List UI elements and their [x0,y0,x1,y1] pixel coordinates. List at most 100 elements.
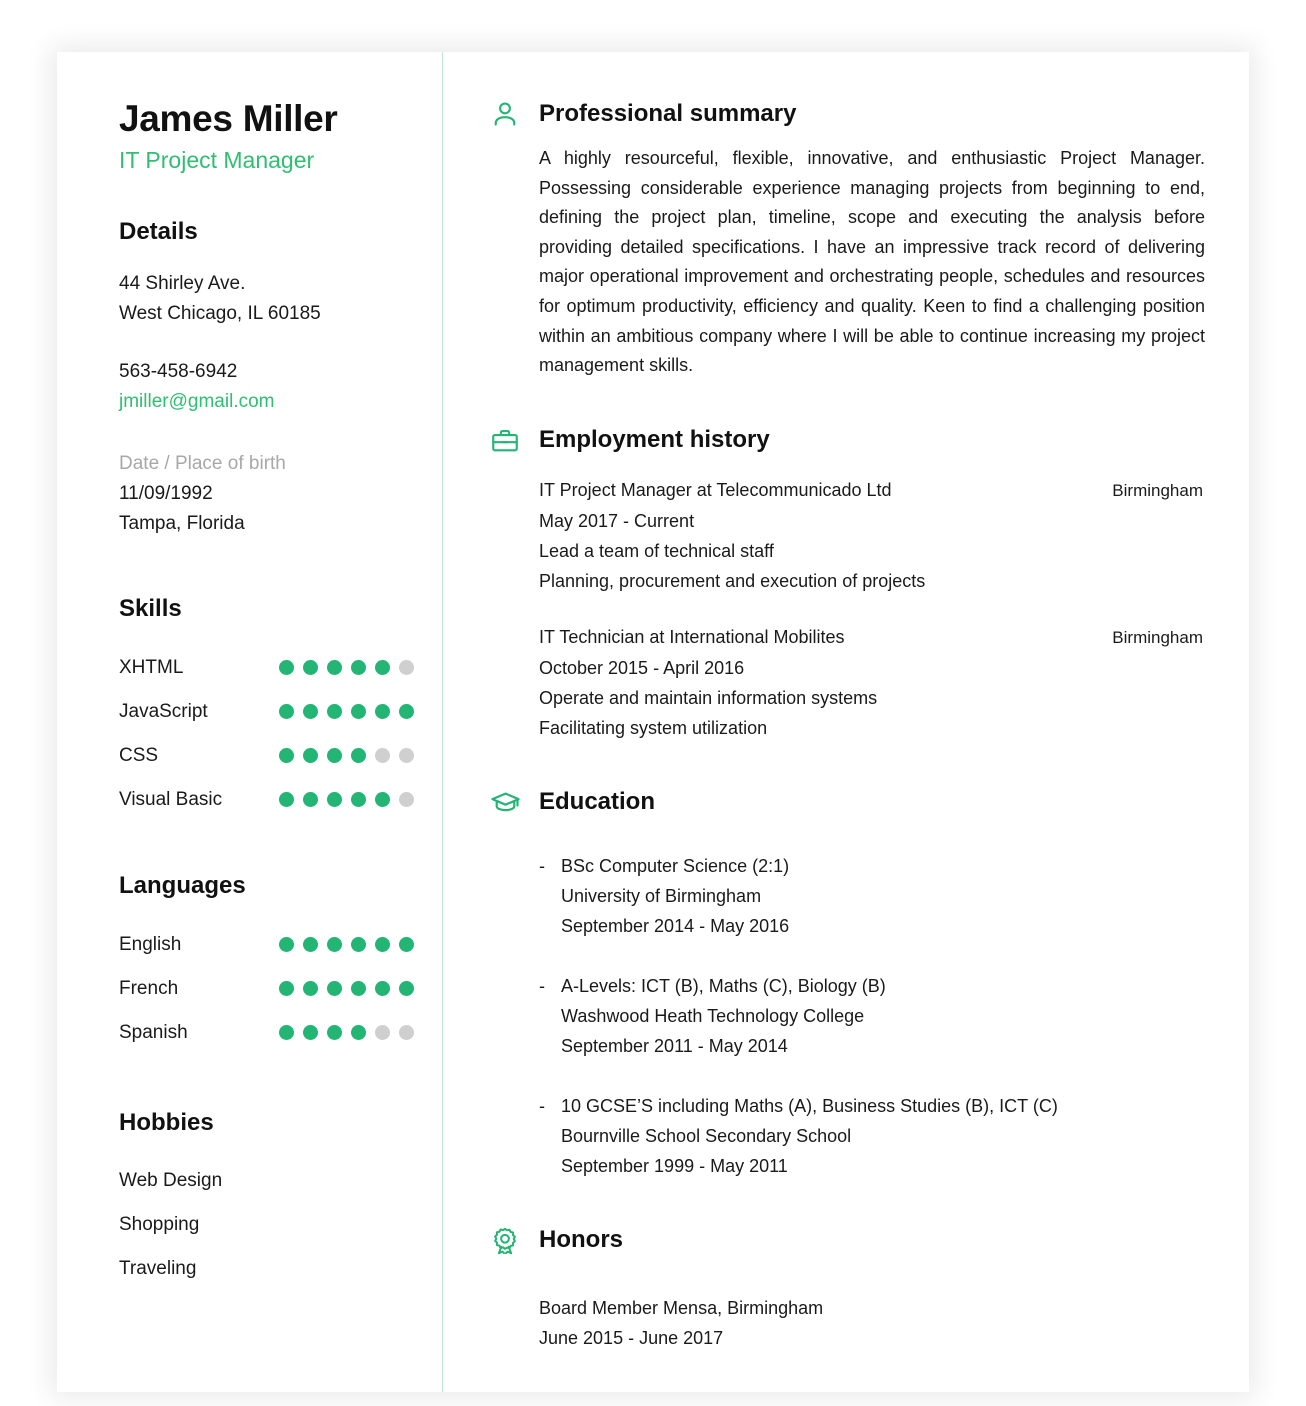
rating-dot-filled [303,1025,318,1041]
rating-dot-empty [399,660,414,676]
rating-dot-filled [351,660,366,676]
education-entry-lines: BSc Computer Science (2:1) University of … [561,851,1205,941]
rating-dot-filled [399,981,414,997]
education-header: Education [489,787,1205,819]
rating-dot-filled [303,660,318,676]
honors-section: Honors Board Member Mensa, Birmingham Jun… [489,1225,1205,1353]
email-address[interactable]: jmiller@gmail.com [119,387,442,417]
address-line-2: West Chicago, IL 60185 [119,302,321,324]
rating-dot-filled [375,704,390,720]
resume-sidebar: James Miller IT Project Manager Details … [57,52,443,1392]
employment-entry: IT Technician at International Mobilites… [539,622,1205,743]
education-institution: University of Birmingham [561,885,762,906]
rating-row: XHTML [119,646,442,690]
skills-section: Skills XHTML JavaScript CSS Visual Basic [119,595,442,822]
rating-dot-filled [351,981,366,997]
resume-main: Professional summary A highly resourcefu… [443,52,1249,1392]
education-institution: Bournville School Secondary School [561,1125,852,1146]
rating-dot-filled [327,937,342,953]
professional-summary-section: Professional summary A highly resourcefu… [489,98,1205,381]
education-dates: September 1999 - May 2011 [561,1155,788,1176]
rating-row: Visual Basic [119,778,442,822]
employment-history-header: Employment history [489,425,1205,457]
rating-dot-filled [375,660,390,676]
rating-dots [279,748,414,764]
rating-dot-filled [279,748,294,764]
rating-dot-filled [303,704,318,720]
rating-dot-filled [303,937,318,953]
education-bullet-marker: - [539,1095,545,1116]
honor-entry: Board Member Mensa, Birmingham June 2015 … [539,1293,1205,1353]
education-qualification: A-Levels: ICT (B), Maths (C), Biology (B… [561,975,886,996]
phone-number: 563-458-6942 [119,360,238,382]
professional-summary-header: Professional summary [489,98,1205,130]
rating-dot-filled [351,704,366,720]
birth-label: Date / Place of birth [119,452,286,474]
employment-location: Birmingham [1112,627,1203,647]
education-entry: -10 GCSE’S including Maths (A), Business… [539,1091,1205,1181]
rating-dot-filled [351,792,366,808]
rating-dot-empty [399,1025,414,1041]
rating-dot-filled [375,792,390,808]
rating-dot-empty [399,748,414,764]
job-title-subtitle: IT Project Manager [119,146,315,173]
rating-dot-empty [375,748,390,764]
graduation-cap-icon [489,787,521,819]
rating-dot-filled [279,1025,294,1041]
rating-dot-filled [351,1025,366,1041]
education-qualification: BSc Computer Science (2:1) [561,855,790,876]
languages-section: Languages English French Spanish [119,872,442,1055]
rating-row: JavaScript [119,690,442,734]
rating-dot-filled [327,660,342,676]
list-item: Web Design [119,1170,223,1192]
employment-bullet: Operate and maintain information systems [539,687,878,708]
birth-date: 11/09/1992 [119,482,213,504]
rating-label: CSS [119,744,159,766]
employment-history-section: Employment history IT Project Manager at… [489,425,1205,743]
rating-dots [279,704,414,720]
rating-dot-empty [399,792,414,808]
skills-list: XHTML JavaScript CSS Visual Basic [119,646,442,822]
education-entry: - BSc Computer Science (2:1) University of… [539,851,1205,941]
award-ribbon-icon [489,1225,521,1257]
rating-dot-filled [375,937,390,953]
rating-dot-filled [279,660,294,676]
rating-label: JavaScript [119,700,208,722]
rating-dot-filled [303,792,318,808]
rating-dots [279,660,414,676]
skills-heading: Skills [119,594,182,622]
honors-header: Honors [489,1225,1205,1257]
rating-row: English [119,923,442,967]
rating-dot-filled [399,937,414,953]
employment-dates: May 2017 - Current [539,510,695,531]
employment-bullet: Facilitating system utilization [539,717,768,738]
rating-label: Visual Basic [119,788,223,810]
education-entry: - A-Levels: ICT (B), Maths (C), Biology (… [539,971,1205,1061]
employment-history-title: Employment history [539,426,770,454]
rating-dot-filled [327,704,342,720]
rating-dot-filled [351,748,366,764]
rating-row: Spanish [119,1011,442,1055]
page-title: James Miller [119,98,338,139]
employment-role: IT Technician at International Mobilites [539,626,845,647]
education-title: Education [539,788,656,816]
employment-location: Birmingham [1112,480,1203,500]
rating-label: English [119,933,182,955]
professional-summary-text: A highly resourceful, flexible, innovati… [539,148,1205,376]
professional-summary-title: Professional summary [539,99,797,127]
rating-dot-filled [279,981,294,997]
education-dates: September 2011 - May 2014 [561,1035,788,1056]
rating-row: CSS [119,734,442,778]
education-entry-lines: A-Levels: ICT (B), Maths (C), Biology (B… [561,971,1205,1061]
education-body: - BSc Computer Science (2:1) University of… [489,833,1205,1181]
employment-entry-header: IT Project Manager at Telecommunicado Lt… [539,475,1205,506]
rating-dot-filled [399,704,414,720]
person-icon [489,98,521,130]
resume-document: James Miller IT Project Manager Details … [57,52,1249,1392]
education-section: Education - BSc Computer Science (2:1) Uni… [489,787,1205,1181]
rating-dot-filled [279,792,294,808]
rating-dots [279,937,414,953]
